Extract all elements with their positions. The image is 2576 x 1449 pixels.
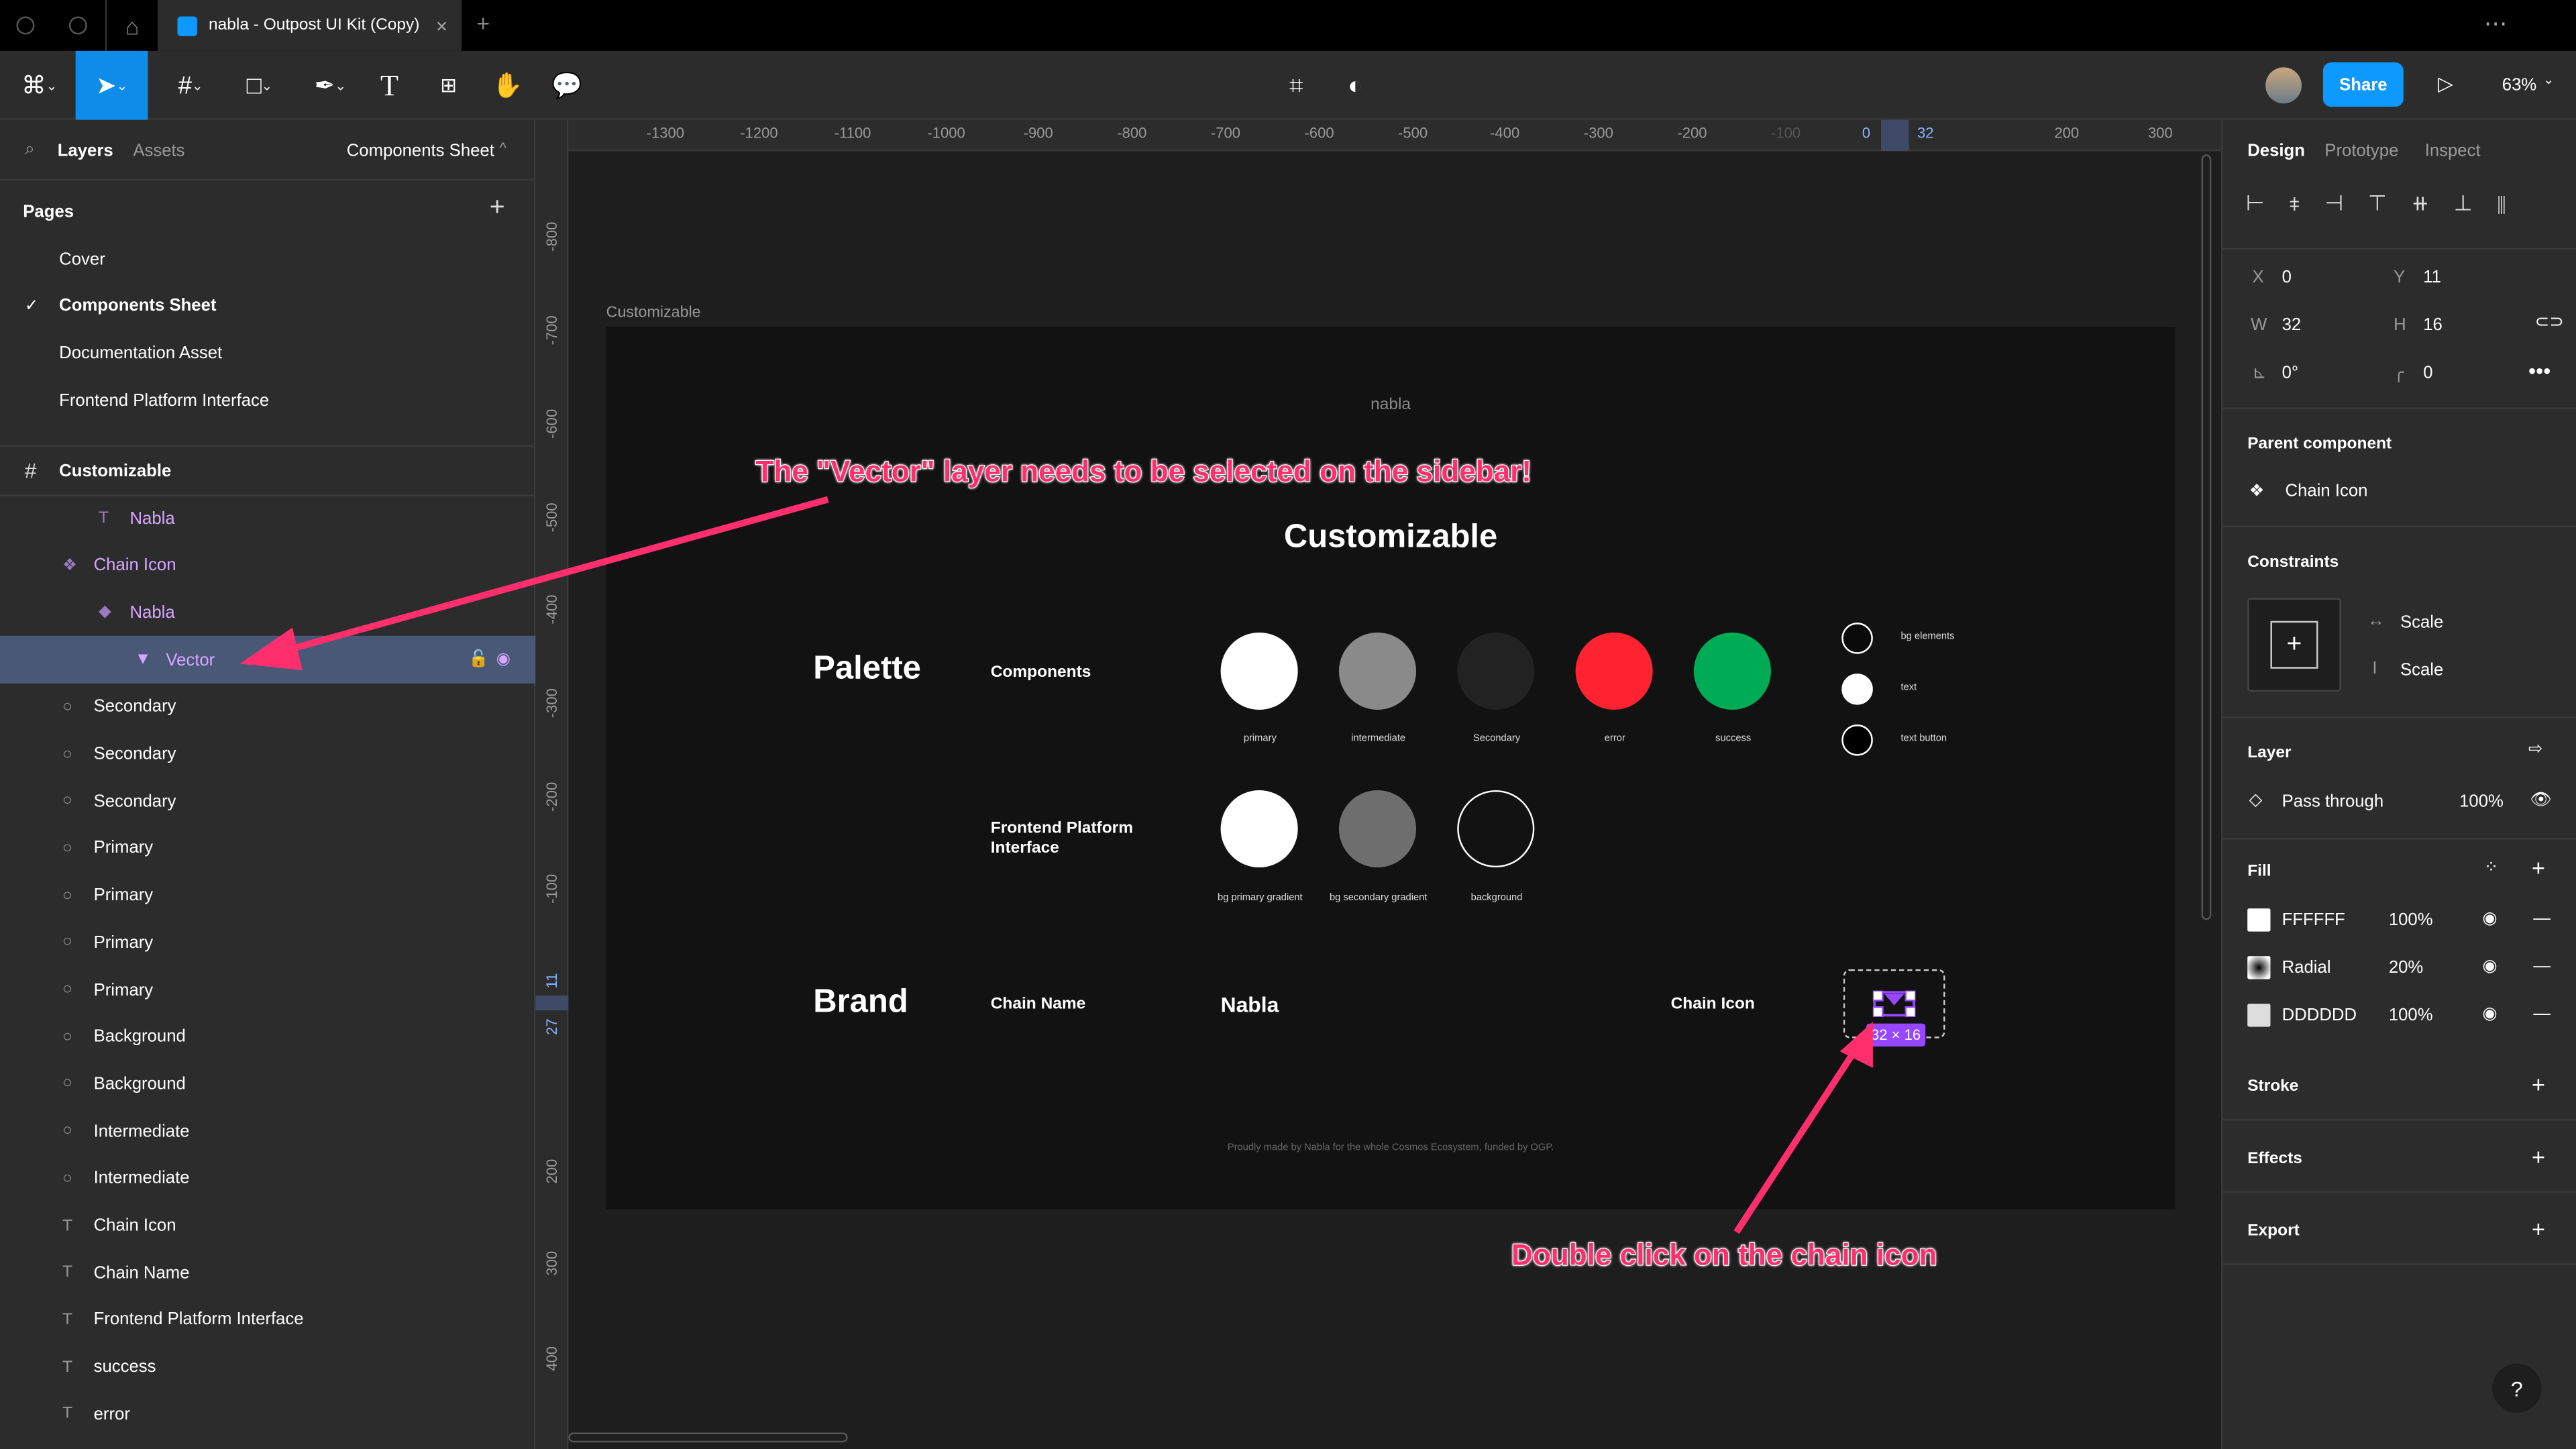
export-title: Export [2247, 1222, 2300, 1240]
effects-title: Effects [2247, 1150, 2302, 1169]
add-effect-button[interactable]: + [2532, 1143, 2545, 1169]
help-button[interactable]: ? [2492, 1363, 2542, 1413]
arrow-to-vector-layer [278, 496, 829, 655]
stroke-title: Stroke [2247, 1077, 2299, 1096]
annotation-select-vector: The "Vector" layer needs to be selected … [755, 454, 1532, 488]
annotation-arrows [239, 496, 1873, 1234]
add-stroke-button[interactable]: + [2532, 1071, 2545, 1097]
arrow-to-chain-icon [1733, 1046, 1860, 1234]
annotation-double-click: Double click on the chain icon [1511, 1238, 1938, 1272]
arrow-head [239, 627, 303, 671]
add-export-button[interactable]: + [2532, 1216, 2545, 1242]
design-panel: Design Prototype Inspect ⊢⧧⊣⊤⧺⊥⫴ X 0 Y 1… [2221, 119, 2576, 1449]
